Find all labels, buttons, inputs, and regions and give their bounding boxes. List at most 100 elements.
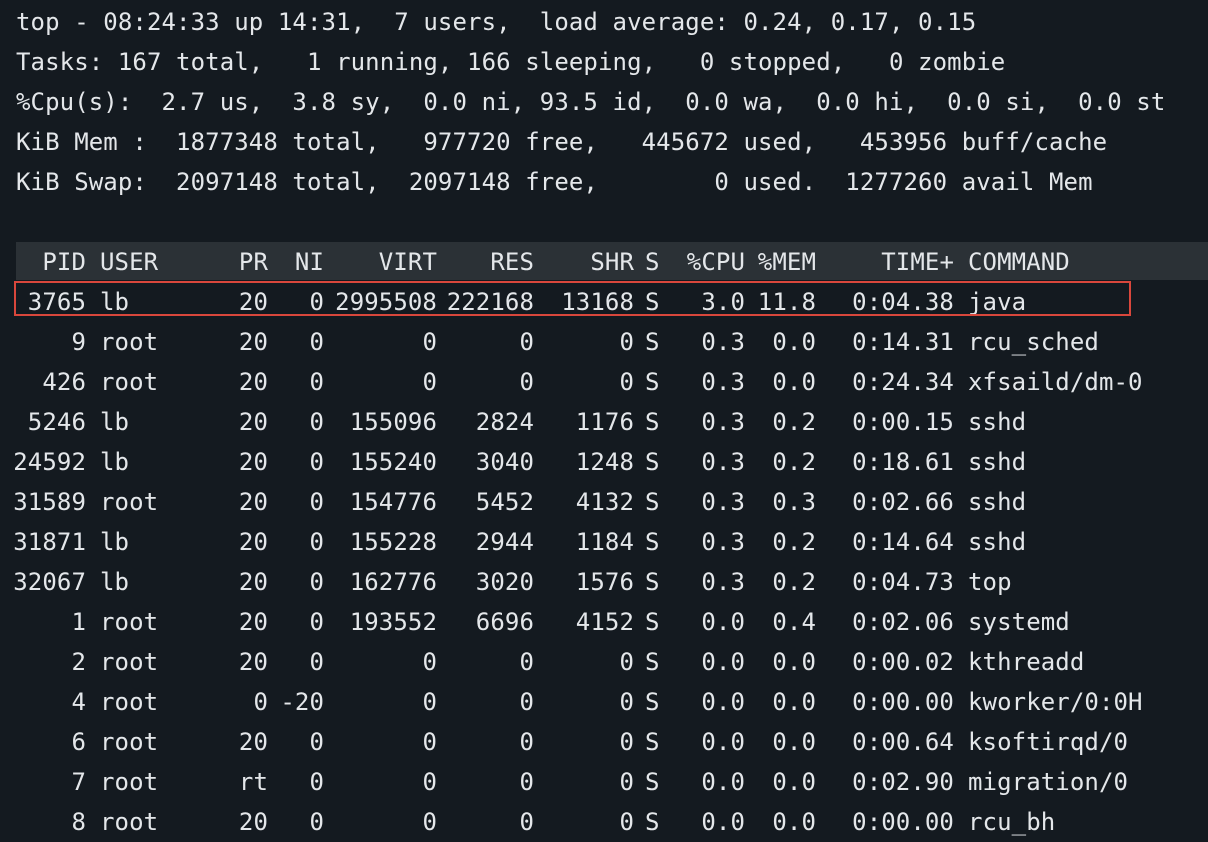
cell-virt: 0: [422, 768, 437, 796]
process-row[interactable]: 32067 lb 20 0 162776 3020 1576 S 0.3 0.2 0:04.73 to…: [0, 562, 1208, 602]
cell-ni: 0: [309, 608, 324, 636]
cell-time: 0:00.15: [852, 408, 954, 436]
cell-command: systemd: [968, 608, 1070, 636]
process-row[interactable]: 31589 root 20 0 154776 5452 4132 S 0.3 0.3 0:02.66…: [0, 482, 1208, 522]
cell-pid: 6: [71, 728, 86, 756]
cell-shr: 13168: [561, 288, 634, 316]
cell-virt: 0: [422, 808, 437, 836]
cell-ni: 0: [309, 528, 324, 556]
cell-cpu: 0.0: [701, 608, 745, 636]
cell-pr: 0: [253, 688, 268, 716]
cell-time: 0:02.90: [852, 768, 954, 796]
cell-ni: 0: [309, 328, 324, 356]
cell-state: S: [645, 568, 660, 596]
cell-res: 3020: [475, 568, 534, 596]
process-row[interactable]: 426 root 20 0 0 0 0 S 0.3 0.0 0:24.34 xfsaild/dm-0: [0, 362, 1208, 402]
cell-pid: 7: [71, 768, 86, 796]
cell-res: 0: [519, 808, 534, 836]
cell-mem: 0.4: [772, 608, 816, 636]
cpu-line: %Cpu(s): 2.7 us, 3.8 sy, 0.0 ni, 93.5 id…: [16, 88, 1166, 116]
process-row[interactable]: 1 root 20 0 193552 6696 4152 S 0.0 0.4 0:02.06 syst…: [0, 602, 1208, 642]
cell-pr: 20: [238, 488, 268, 516]
cell-mem: 0.2: [772, 448, 816, 476]
cell-shr: 0: [619, 368, 634, 396]
cell-res: 0: [519, 648, 534, 676]
cell-virt: 193552: [349, 608, 437, 636]
cell-command: sshd: [968, 488, 1027, 516]
cell-state: S: [645, 728, 660, 756]
cell-mem: 0.0: [772, 768, 816, 796]
cell-time: 0:02.66: [852, 488, 954, 516]
cell-state: S: [645, 488, 660, 516]
process-row[interactable]: 6 root 20 0 0 0 0 S 0.0 0.0 0:00.64 ksoftirqd/0: [0, 722, 1208, 762]
cell-res: 222168: [446, 288, 534, 316]
cell-pr: rt: [238, 768, 268, 796]
cell-ni: -20: [280, 688, 324, 716]
cell-ni: 0: [309, 488, 324, 516]
cell-time: 0:18.61: [852, 448, 954, 476]
cell-pr: 20: [238, 728, 268, 756]
cell-pid: 8: [71, 808, 86, 836]
cell-pr: 20: [238, 648, 268, 676]
cell-cpu: 0.0: [701, 648, 745, 676]
cell-state: S: [645, 368, 660, 396]
col-header-mem: %MEM: [757, 248, 816, 276]
cell-mem: 0.0: [772, 728, 816, 756]
cell-pr: 20: [238, 568, 268, 596]
cell-pr: 20: [238, 288, 268, 316]
cell-virt: 155228: [349, 528, 437, 556]
cell-user: root: [100, 608, 159, 636]
mem-line: KiB Mem : 1877348 total, 977720 free, 44…: [16, 128, 1108, 156]
cell-pid: 31871: [13, 528, 86, 556]
cell-mem: 0.0: [772, 808, 816, 836]
cell-mem: 0.0: [772, 688, 816, 716]
cell-user: lb: [100, 568, 130, 596]
cell-state: S: [645, 608, 660, 636]
cell-res: 0: [519, 728, 534, 756]
col-header-pr: PR: [238, 248, 268, 276]
cell-shr: 1248: [575, 448, 634, 476]
cell-time: 0:00.00: [852, 688, 954, 716]
cell-mem: 0.2: [772, 408, 816, 436]
process-row[interactable]: 5246 lb 20 0 155096 2824 1176 S 0.3 0.2 0:00.15 ssh…: [0, 402, 1208, 442]
cell-cpu: 0.3: [701, 328, 745, 356]
cell-time: 0:00.00: [852, 808, 954, 836]
process-row[interactable]: 2 root 20 0 0 0 0 S 0.0 0.0 0:00.02 kthreadd: [0, 642, 1208, 682]
cell-mem: 0.2: [772, 568, 816, 596]
cell-virt: 162776: [349, 568, 437, 596]
terminal-window[interactable]: top - 08:24:33 up 14:31, 7 users, load a…: [0, 0, 1208, 842]
cell-pr: 20: [238, 528, 268, 556]
cell-virt: 0: [422, 648, 437, 676]
cell-virt: 155240: [349, 448, 437, 476]
cell-cpu: 3.0: [701, 288, 745, 316]
process-row[interactable]: 8 root 20 0 0 0 0 S 0.0 0.0 0:00.00 rcu_bh: [0, 802, 1208, 842]
cell-pr: 20: [238, 328, 268, 356]
process-row[interactable]: 7 root rt 0 0 0 0 S 0.0 0.0 0:02.90 migration/0: [0, 762, 1208, 802]
cell-command: top: [968, 568, 1012, 596]
cell-state: S: [645, 328, 660, 356]
cell-shr: 0: [619, 808, 634, 836]
process-row[interactable]: 24592 lb 20 0 155240 3040 1248 S 0.3 0.2 0:18.61 ss…: [0, 442, 1208, 482]
cell-state: S: [645, 768, 660, 796]
cell-command: rcu_bh: [968, 808, 1056, 836]
cell-state: S: [645, 408, 660, 436]
cell-virt: 155096: [349, 408, 437, 436]
cell-virt: 0: [422, 688, 437, 716]
process-row[interactable]: 4 root 0 -20 0 0 0 S 0.0 0.0 0:00.00 kworker/0:0H: [0, 682, 1208, 722]
cell-shr: 0: [619, 728, 634, 756]
uptime-line: top - 08:24:33 up 14:31, 7 users, load a…: [16, 8, 977, 36]
cell-pid: 31589: [13, 488, 86, 516]
cell-pr: 20: [238, 368, 268, 396]
cell-time: 0:00.64: [852, 728, 954, 756]
cell-res: 0: [519, 688, 534, 716]
cell-virt: 0: [422, 328, 437, 356]
process-row[interactable]: 9 root 20 0 0 0 0 S 0.3 0.0 0:14.31 rcu_sched: [0, 322, 1208, 362]
cell-shr: 4132: [575, 488, 634, 516]
cell-user: lb: [100, 288, 130, 316]
cell-shr: 1184: [575, 528, 634, 556]
process-row[interactable]: 3765 lb 20 0 2995508 222168 13168 S 3.0 11.8 0:04.…: [0, 282, 1208, 322]
cell-res: 0: [519, 768, 534, 796]
cell-shr: 4152: [575, 608, 634, 636]
process-row[interactable]: 31871 lb 20 0 155228 2944 1184 S 0.3 0.2 0:14.64 ss…: [0, 522, 1208, 562]
cell-pr: 20: [238, 608, 268, 636]
